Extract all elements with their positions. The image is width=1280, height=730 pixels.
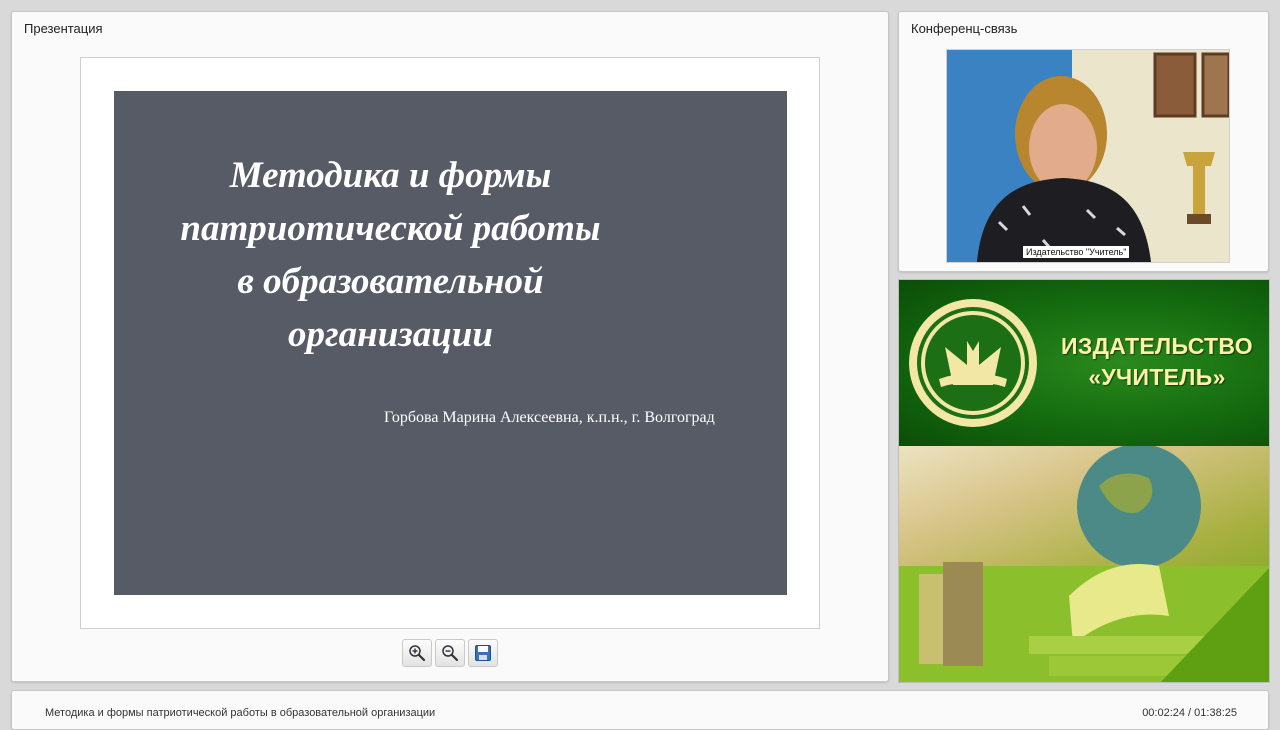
- video-caption: Издательство "Учитель": [1023, 246, 1130, 258]
- books-globe-image: [899, 444, 1269, 682]
- zoom-in-icon: [409, 645, 426, 662]
- slide: Методика и формы патриотической работы в…: [114, 91, 787, 595]
- banner-title: ИЗДАТЕЛЬСТВО: [1061, 333, 1253, 359]
- slide-toolbar: [402, 639, 498, 667]
- presentation-panel: Презентация Методика и формы патриотичес…: [11, 11, 889, 682]
- video-panel-title: Конференц-связь: [911, 21, 1018, 36]
- lecture-title: Методика и формы патриотической работы в…: [45, 707, 436, 719]
- slide-frame: Методика и формы патриотической работы в…: [80, 57, 820, 629]
- banner-photo: [899, 444, 1269, 682]
- video-panel: Конференц-связь Издательство "Учитель": [898, 11, 1269, 272]
- bottom-bar: Методика и формы патриотической работы в…: [11, 690, 1269, 730]
- slide-title-line: Методика и формы: [229, 155, 552, 196]
- zoom-out-icon: [442, 645, 459, 662]
- zoom-in-button[interactable]: [402, 639, 432, 667]
- publisher-banner: ИЗДАТЕЛЬСТВО «УЧИТЕЛЬ»: [898, 279, 1270, 683]
- slide-title-line: в образовательной: [237, 261, 544, 302]
- publisher-logo-icon: [909, 299, 1037, 427]
- banner-header: ИЗДАТЕЛЬСТВО «УЧИТЕЛЬ»: [899, 280, 1269, 446]
- speaker-image: [947, 50, 1229, 262]
- floppy-disk-icon: [475, 645, 491, 661]
- banner-subtitle: «УЧИТЕЛЬ»: [1088, 364, 1226, 390]
- video-feed: Издательство "Учитель": [946, 49, 1230, 263]
- presentation-panel-title: Презентация: [24, 21, 103, 36]
- slide-title: Методика и формы патриотической работы в…: [134, 149, 647, 361]
- slide-title-line: организации: [288, 314, 493, 355]
- zoom-out-button[interactable]: [435, 639, 465, 667]
- save-button[interactable]: [468, 639, 498, 667]
- slide-author: Горбова Марина Алексеевна, к.п.н., г. Во…: [384, 409, 715, 426]
- playback-time: 00:02:24 / 01:38:25: [1142, 707, 1237, 719]
- slide-title-line: патриотической работы: [180, 208, 601, 249]
